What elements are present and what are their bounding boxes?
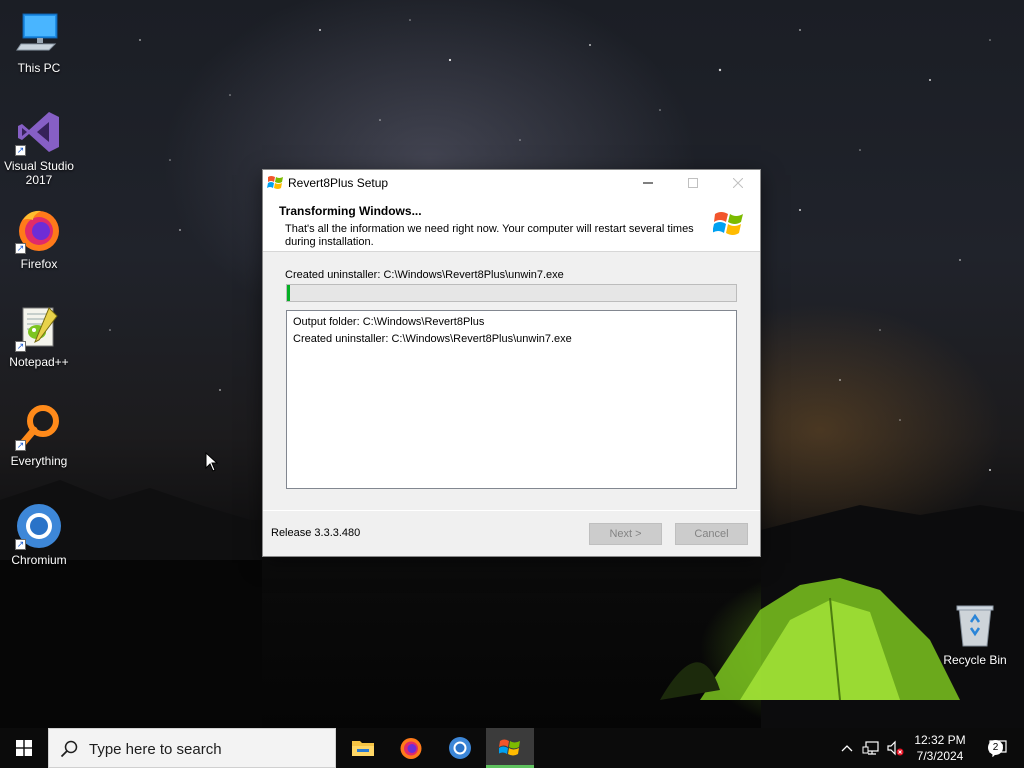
taskbar: Type here to search 12:32 PM 7/3/2024 2 xyxy=(0,728,1024,768)
desktop-icon-label: Chromium xyxy=(11,553,67,567)
taskbar-file-explorer[interactable] xyxy=(339,728,387,768)
volume-tray-button[interactable] xyxy=(884,728,906,768)
progress-fill xyxy=(287,285,290,301)
window-title: Revert8Plus Setup xyxy=(288,176,389,190)
shortcut-arrow-icon: ↗ xyxy=(15,440,26,451)
start-button[interactable] xyxy=(0,728,48,768)
desktop-icon-recycle-bin[interactable]: Recycle Bin xyxy=(937,602,1013,667)
minimize-button[interactable] xyxy=(625,170,670,196)
details-log[interactable]: Output folder: C:\Windows\Revert8Plus Cr… xyxy=(286,310,737,489)
desktop-icon-label: Recycle Bin xyxy=(943,653,1007,667)
search-placeholder: Type here to search xyxy=(89,741,222,758)
chromium-icon: ↗ xyxy=(15,502,63,550)
release-label: Release 3.3.3.480 xyxy=(271,527,361,539)
desktop-icon-label: Firefox xyxy=(20,257,58,271)
mouse-cursor-icon xyxy=(205,452,219,472)
header-title: Transforming Windows... xyxy=(279,204,422,218)
shortcut-arrow-icon: ↗ xyxy=(15,539,26,550)
next-button[interactable]: Next > xyxy=(589,523,662,545)
show-hidden-icons-button[interactable] xyxy=(838,728,856,768)
log-line: Output folder: C:\Windows\Revert8Plus xyxy=(293,316,485,328)
desktop-icon-chromium[interactable]: ↗ Chromium xyxy=(1,502,77,567)
log-line: Created uninstaller: C:\Windows\Revert8P… xyxy=(293,333,572,345)
shortcut-arrow-icon: ↗ xyxy=(15,341,26,352)
desktop-icon-firefox[interactable]: ↗ Firefox xyxy=(1,206,77,271)
revert8plus-setup-icon xyxy=(499,739,520,755)
maximize-icon xyxy=(687,178,698,188)
taskbar-revert8plus-setup[interactable] xyxy=(486,728,534,768)
taskbar-clock[interactable]: 12:32 PM 7/3/2024 xyxy=(905,732,975,764)
progress-bar xyxy=(286,284,737,302)
taskbar-firefox[interactable] xyxy=(387,728,435,768)
firefox-icon: ↗ xyxy=(15,206,63,254)
visual-studio-icon: ↗ xyxy=(15,108,63,156)
clock-time: 12:32 PM xyxy=(914,733,966,747)
network-tray-button[interactable] xyxy=(860,728,882,768)
desktop-icon-label: Visual Studio 2017 xyxy=(4,159,74,187)
minimize-icon xyxy=(642,182,653,184)
shortcut-arrow-icon: ↗ xyxy=(15,145,26,156)
desktop-icon-label: This PC xyxy=(17,61,61,75)
desktop-icon-everything[interactable]: ↗ Everything xyxy=(1,403,77,468)
recycle-bin-icon xyxy=(951,602,999,650)
desktop-icon-notepadpp[interactable]: ↗ Notepad++ xyxy=(1,304,77,369)
desktop-icon-visual-studio[interactable]: ↗ Visual Studio 2017 xyxy=(1,108,77,187)
volume-muted-icon xyxy=(887,740,904,756)
windows-logo-icon xyxy=(712,208,745,241)
title-bar[interactable]: Revert8Plus Setup xyxy=(263,170,760,196)
windows-start-icon xyxy=(16,740,32,756)
taskbar-chromium[interactable] xyxy=(436,728,484,768)
chevron-up-icon xyxy=(841,745,853,752)
taskbar-search-box[interactable]: Type here to search xyxy=(48,728,336,768)
close-button[interactable] xyxy=(715,170,760,196)
desktop-icon-label: Notepad++ xyxy=(9,355,69,369)
wizard-header: Transforming Windows... That's all the i… xyxy=(263,196,760,252)
search-icon xyxy=(60,740,78,758)
header-subtitle: That's all the information we need right… xyxy=(285,223,694,248)
status-text: Created uninstaller: C:\Windows\Revert8P… xyxy=(285,269,564,281)
this-pc-icon xyxy=(15,10,63,58)
setup-window: Revert8Plus Setup Transforming Windows..… xyxy=(262,169,761,557)
windows-flag-icon xyxy=(267,174,284,193)
firefox-icon xyxy=(400,738,422,759)
network-icon xyxy=(862,741,879,755)
notification-count-badge: 2 xyxy=(988,740,1003,755)
close-icon xyxy=(732,178,743,188)
file-explorer-icon xyxy=(352,741,374,756)
footer-divider xyxy=(263,510,760,511)
maximize-button[interactable] xyxy=(670,170,715,196)
chromium-icon xyxy=(449,737,471,759)
notification-center-button[interactable]: 2 xyxy=(978,728,1018,768)
clock-date: 7/3/2024 xyxy=(916,749,964,763)
desktop-icon-label: Everything xyxy=(10,454,68,468)
notepadpp-icon: ↗ xyxy=(15,304,63,352)
everything-icon: ↗ xyxy=(15,403,63,451)
desktop-icon-this-pc[interactable]: This PC xyxy=(1,10,77,75)
cancel-button[interactable]: Cancel xyxy=(675,523,748,545)
shortcut-arrow-icon: ↗ xyxy=(15,243,26,254)
